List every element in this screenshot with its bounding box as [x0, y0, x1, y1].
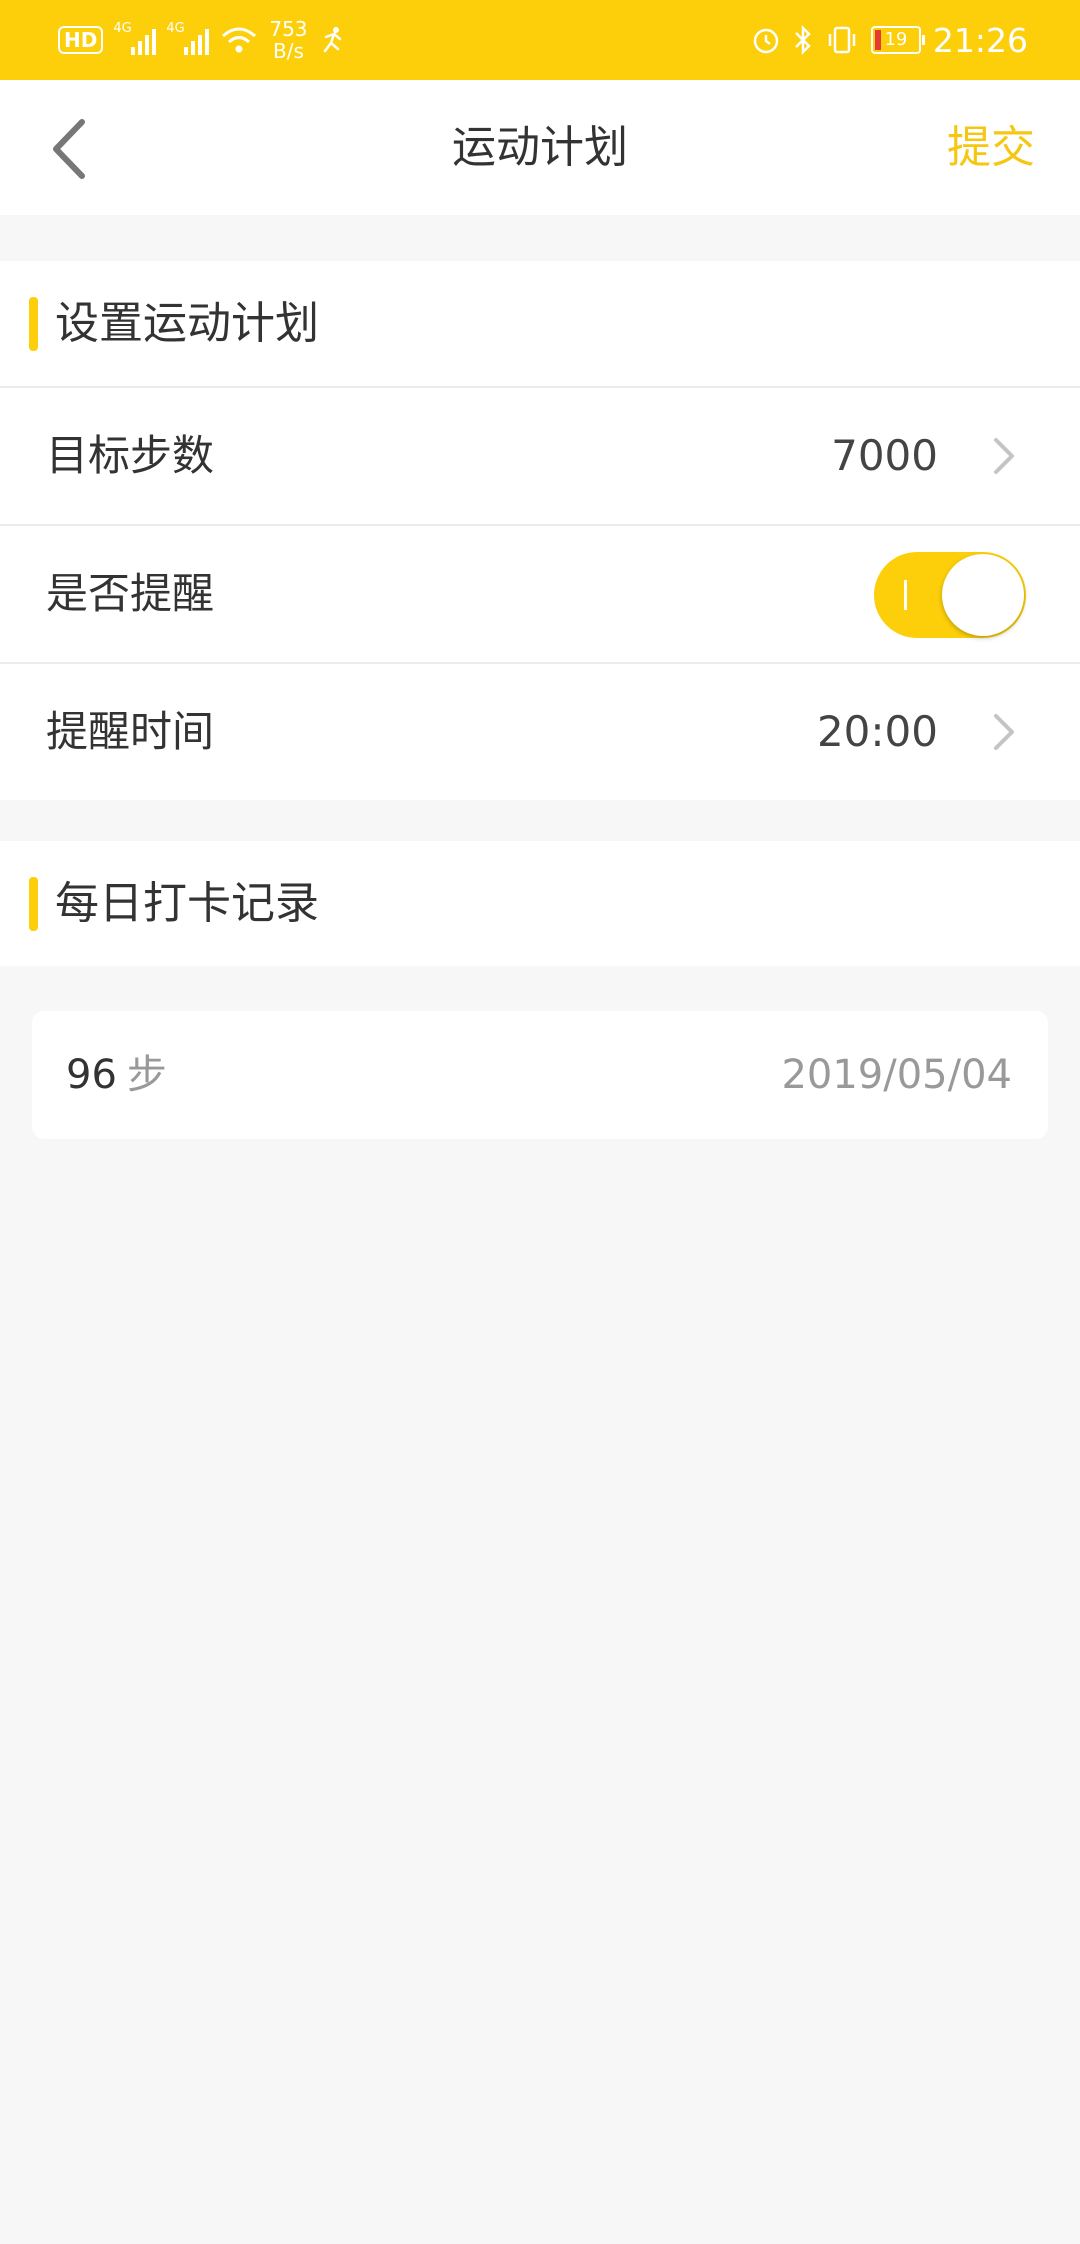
signal-icon: 4G: [166, 21, 210, 55]
section-accent-bar: [29, 297, 38, 351]
record-steps: 96 步: [66, 1011, 167, 1139]
reminder-label: 是否提醒: [46, 569, 215, 618]
reminder-toggle[interactable]: [874, 552, 1026, 638]
nav-bar: 运动计划 提交: [0, 80, 1080, 215]
submit-button[interactable]: 提交: [947, 80, 1035, 215]
reminder-time-label: 提醒时间: [46, 707, 215, 756]
record-card[interactable]: 96 步 2019/05/04: [32, 1011, 1048, 1139]
network-type-label: 4G: [166, 21, 185, 36]
wifi-icon: [222, 27, 257, 53]
reminder-time-row[interactable]: 提醒时间 20:00: [0, 664, 1080, 800]
reminder-time-value: 20:00: [816, 707, 938, 756]
page-title: 运动计划: [452, 122, 628, 173]
network-type-label: 4G: [113, 21, 132, 36]
chevron-right-icon: [994, 714, 1014, 750]
plan-section-title: 设置运动计划: [55, 298, 319, 349]
section-accent-bar: [29, 877, 38, 931]
target-steps-value: 7000: [831, 431, 938, 480]
network-speed: 753 B/s: [269, 18, 307, 62]
record-date: 2019/05/04: [781, 1052, 1012, 1098]
status-time: 21:26: [932, 20, 1028, 60]
network-speed-unit: B/s: [272, 39, 304, 63]
alarm-icon: [753, 28, 779, 54]
target-steps-label: 目标步数: [46, 431, 215, 480]
network-speed-value: 753: [269, 17, 308, 41]
status-right: 19 21:26: [751, 16, 1028, 64]
toggle-on-mark: [904, 580, 907, 610]
record-steps-unit: 步: [126, 1052, 167, 1098]
chevron-right-icon: [994, 438, 1014, 474]
plan-section-header: 设置运动计划: [0, 261, 1080, 388]
plan-section: 设置运动计划 目标步数 7000 是否提醒 提醒时间 20:00: [0, 261, 1080, 800]
battery-icon: 19: [870, 26, 925, 54]
running-icon: [323, 27, 341, 53]
record-steps-value: 96: [66, 1052, 117, 1098]
toggle-knob: [942, 554, 1024, 636]
records-section-title: 每日打卡记录: [55, 878, 319, 929]
reminder-row: 是否提醒: [0, 526, 1080, 664]
bluetooth-icon: [795, 25, 811, 55]
hd-icon: HD: [58, 26, 104, 54]
vibrate-icon: [828, 26, 856, 54]
signal-icon: 4G: [113, 21, 157, 55]
target-steps-row[interactable]: 目标步数 7000: [0, 388, 1080, 526]
status-bar: HD 4G 4G 753 B/s 19 21:26: [0, 0, 1080, 80]
records-section: 每日打卡记录: [0, 841, 1080, 966]
records-section-header: 每日打卡记录: [0, 841, 1080, 966]
status-left: HD 4G 4G 753 B/s: [58, 16, 346, 64]
back-arrow-icon[interactable]: [42, 114, 102, 184]
